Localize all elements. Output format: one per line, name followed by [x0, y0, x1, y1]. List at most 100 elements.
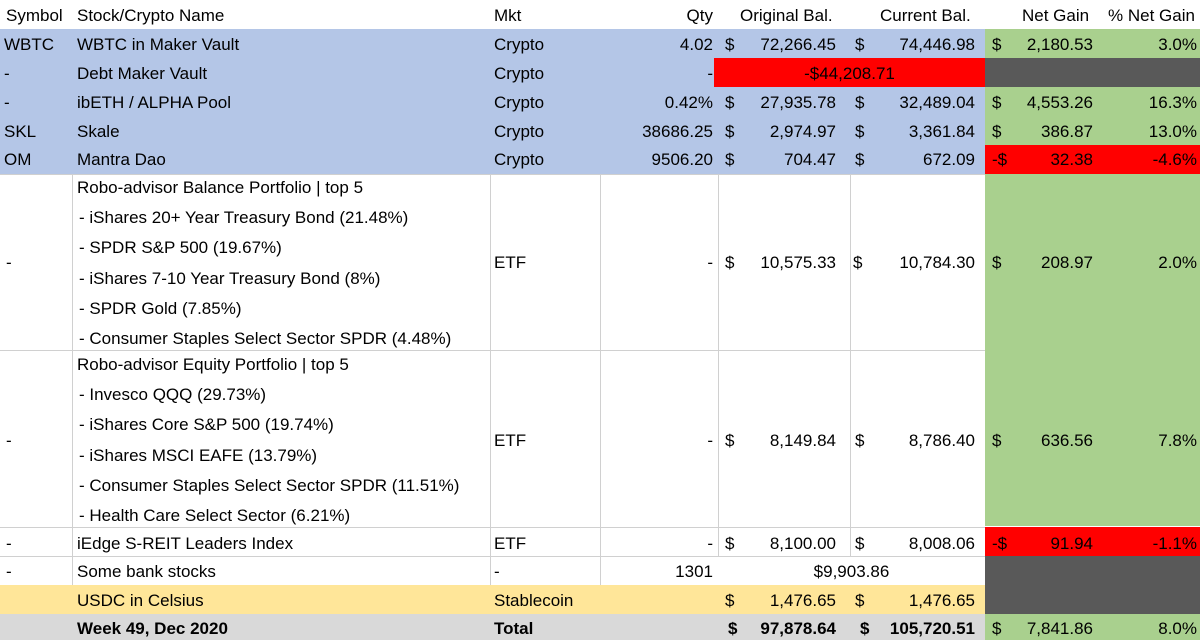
- total-gain-currency: $: [992, 619, 1002, 638]
- cell-gain: 208.97: [1041, 253, 1093, 272]
- bank-gain-cell-gray: [985, 556, 1200, 585]
- cell-curr-currency: $: [855, 591, 865, 610]
- cell-pct: 13.0%: [1148, 122, 1197, 141]
- total-orig-currency: $: [728, 619, 738, 638]
- cell-gain: 2,180.53: [1026, 35, 1093, 54]
- cell-curr-currency: $: [853, 253, 863, 272]
- holding-line: - iShares Core S&P 500 (19.74%): [79, 415, 334, 434]
- total-pct: 8.0%: [1158, 619, 1197, 638]
- holding-line: - iShares 20+ Year Treasury Bond (21.48%…: [79, 208, 409, 227]
- header-current-bal: Current Bal.: [880, 6, 971, 25]
- cell-qty: 9506.20: [651, 150, 713, 169]
- cell-symbol: WBTC: [4, 35, 55, 54]
- holding-line: - Health Care Select Sector (6.21%): [79, 506, 351, 525]
- total-curr-currency: $: [860, 619, 870, 638]
- portfolio-spreadsheet: Symbol Stock/Crypto Name Mkt Qty Origina…: [0, 0, 1200, 640]
- holding-line: - iShares 7-10 Year Treasury Bond (8%): [79, 269, 381, 288]
- cell-qty: 0.42%: [664, 93, 713, 112]
- holding-line: - Invesco QQQ (29.73%): [79, 385, 267, 404]
- cell-pct: -1.1%: [1152, 534, 1197, 553]
- debt-gain-cell-gray: [985, 58, 1200, 87]
- cell-pct: 2.0%: [1158, 253, 1197, 272]
- cell-name: Skale: [77, 122, 120, 141]
- cell-name: ibETH / ALPHA Pool: [77, 93, 232, 112]
- cell-name: USDC in Celsius: [77, 591, 204, 610]
- total-mkt: Total: [494, 619, 534, 638]
- cell-mkt: Stablecoin: [494, 591, 574, 610]
- cell-qty: 1301: [675, 562, 713, 581]
- cell-pct: 3.0%: [1158, 35, 1197, 54]
- cell-curr-currency: $: [855, 150, 865, 169]
- cell-merged-balance: -$44,208.71: [804, 64, 895, 83]
- cell-mkt: ETF: [494, 253, 527, 272]
- cell-orig-currency: $: [725, 431, 735, 450]
- cell-curr: 32,489.04: [899, 93, 975, 112]
- header-original-bal: Original Bal.: [740, 6, 833, 25]
- total-label: Week 49, Dec 2020: [77, 619, 228, 638]
- cell-orig: 8,149.84: [769, 431, 836, 450]
- header-mkt: Mkt: [494, 6, 522, 25]
- cell-symbol: SKL: [4, 122, 37, 141]
- header-qty: Qty: [686, 6, 713, 25]
- cell-orig: 1,476.65: [769, 591, 836, 610]
- cell-orig-currency: $: [725, 93, 735, 112]
- cell-mkt: Crypto: [494, 122, 545, 141]
- cell-symbol: -: [6, 562, 12, 581]
- cell-orig: 72,266.45: [760, 35, 836, 54]
- header-net-gain: Net Gain: [1022, 6, 1090, 25]
- cell-gain-currency: $: [992, 122, 1002, 141]
- holding-line: - Consumer Staples Select Sector SPDR (1…: [79, 476, 460, 495]
- total-curr: 105,720.51: [889, 619, 975, 638]
- cell-curr: 8,008.06: [908, 534, 975, 553]
- header-name: Stock/Crypto Name: [77, 6, 225, 25]
- cell-qty: -: [707, 534, 713, 553]
- cell-qty: -: [707, 64, 713, 83]
- cell-name: iEdge S-REIT Leaders Index: [77, 534, 294, 553]
- cell-gain-currency: $: [992, 253, 1002, 272]
- cell-orig: 8,100.00: [769, 534, 836, 553]
- holding-line: - SPDR Gold (7.85%): [79, 299, 242, 318]
- cell-curr: 8,786.40: [908, 431, 975, 450]
- cell-qty: 38686.25: [642, 122, 713, 141]
- holding-line: - Consumer Staples Select Sector SPDR (4…: [79, 329, 452, 348]
- cell-orig-currency: $: [725, 122, 735, 141]
- cell-name: Robo-advisor Balance Portfolio | top 5: [77, 178, 364, 197]
- cell-name: WBTC in Maker Vault: [77, 35, 240, 54]
- cell-curr-currency: $: [855, 35, 865, 54]
- cell-mkt: Crypto: [494, 93, 545, 112]
- cell-orig-currency: $: [725, 35, 735, 54]
- cell-mkt: ETF: [494, 431, 527, 450]
- cell-symbol: -: [4, 93, 10, 112]
- stablecoin-gain-cell-gray: [985, 585, 1200, 614]
- total-orig: 97,878.64: [760, 619, 836, 638]
- cell-mkt: ETF: [494, 534, 527, 553]
- cell-orig-currency: $: [725, 150, 735, 169]
- cell-gain-currency: $: [992, 431, 1002, 450]
- cell-name: Robo-advisor Equity Portfolio | top 5: [77, 355, 349, 374]
- cell-gain-currency: $: [992, 93, 1002, 112]
- cell-gain: 386.87: [1041, 122, 1093, 141]
- cell-gain: 91.94: [1050, 534, 1093, 553]
- cell-mkt: Crypto: [494, 150, 545, 169]
- cell-curr-currency: $: [855, 534, 865, 553]
- cell-curr-currency: $: [855, 93, 865, 112]
- total-gain: 7,841.86: [1026, 619, 1093, 638]
- holding-line: - iShares MSCI EAFE (13.79%): [79, 446, 318, 465]
- header-pct-net-gain: % Net Gain: [1108, 6, 1195, 25]
- cell-curr: 74,446.98: [899, 35, 975, 54]
- cell-gain: 636.56: [1041, 431, 1093, 450]
- cell-gain: 4,553.26: [1026, 93, 1093, 112]
- cell-symbol: -: [6, 253, 12, 272]
- cell-orig-currency: $: [725, 253, 735, 272]
- cell-name: Mantra Dao: [77, 150, 166, 169]
- cell-curr: 672.09: [923, 150, 975, 169]
- cell-name: Debt Maker Vault: [77, 64, 208, 83]
- cell-curr-currency: $: [855, 431, 865, 450]
- cell-qty: -: [707, 253, 713, 272]
- cell-orig-currency: $: [725, 534, 735, 553]
- cell-curr: 3,361.84: [908, 122, 975, 141]
- cell-symbol: -: [6, 534, 12, 553]
- cell-orig: 27,935.78: [760, 93, 836, 112]
- cell-qty: 4.02: [679, 35, 713, 54]
- cell-symbol: -: [6, 431, 12, 450]
